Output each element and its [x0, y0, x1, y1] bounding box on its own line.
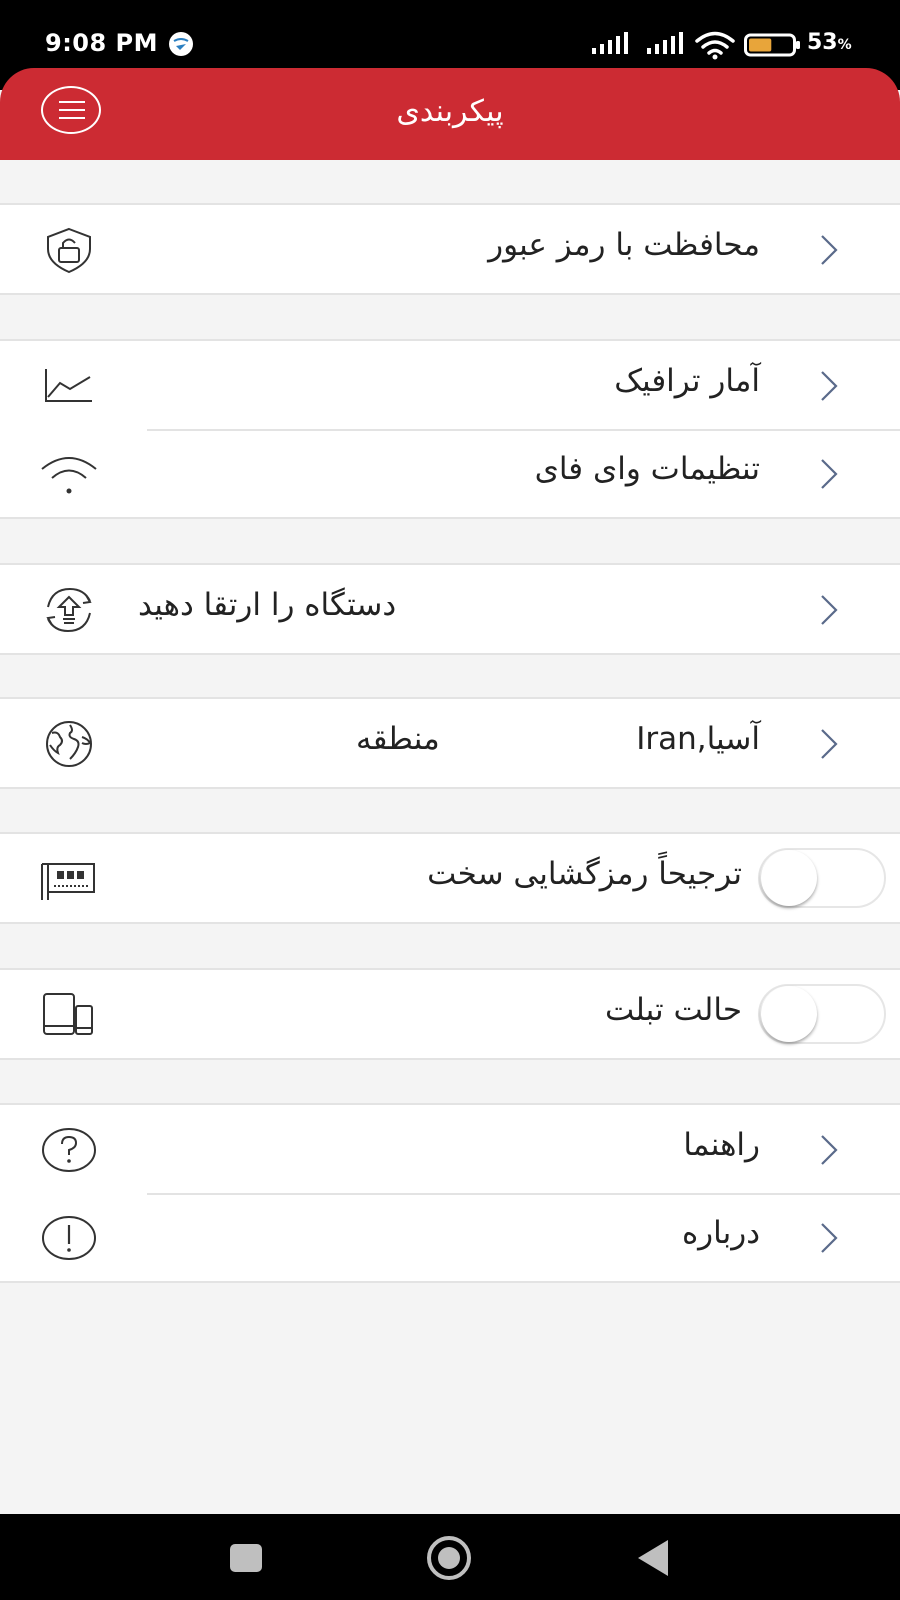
- info-circle-icon: [42, 1216, 96, 1260]
- app-header: پیکربندی: [0, 68, 900, 160]
- home-icon[interactable]: [425, 1534, 473, 1582]
- tablet-icon: [43, 993, 93, 1035]
- chevron-right-icon: [821, 459, 838, 489]
- status-time: 9:08 PM: [45, 29, 159, 57]
- battery-icon: [744, 33, 800, 57]
- chevron-right-icon: [821, 729, 838, 759]
- wifi-icon: [41, 457, 97, 494]
- traffic-stats-row[interactable]: آمار ترافیک: [0, 341, 900, 429]
- about-row[interactable]: درباره: [0, 1193, 900, 1281]
- battery-percent: 53%: [807, 30, 852, 55]
- traffic-stats-label: آمار ترافیک: [614, 363, 760, 399]
- settings-group-security: محافظت با رمز عبور: [0, 203, 900, 295]
- wifi-settings-row[interactable]: تنظیمات وای فای: [0, 429, 900, 517]
- chevron-right-icon: [821, 371, 838, 401]
- upgrade-arrow-icon: [46, 587, 92, 633]
- region-value: آسیا,Iran: [636, 721, 760, 757]
- cell-signal-icon: [592, 32, 628, 54]
- password-protection-row[interactable]: محافظت با رمز عبور: [0, 205, 900, 293]
- back-icon[interactable]: [636, 1538, 670, 1578]
- hardware-decoding-row: ترجیحاً رمزگشایی سخت: [0, 834, 900, 922]
- wifi-icon: [695, 31, 735, 60]
- chevron-right-icon: [821, 1135, 838, 1165]
- page-title: پیکربندی: [396, 94, 504, 129]
- hardware-chip-icon: [41, 863, 95, 900]
- line-chart-icon: [45, 369, 92, 402]
- settings-group-tablet: حالت تبلت: [0, 968, 900, 1060]
- about-label: درباره: [681, 1215, 760, 1251]
- upgrade-device-label: دستگاه را ارتقا دهید: [138, 587, 397, 623]
- chevron-right-icon: [821, 595, 838, 625]
- region-label: منطقه: [356, 721, 440, 757]
- wifi-settings-label: تنظیمات وای فای: [534, 451, 760, 487]
- settings-group-upgrade: دستگاه را ارتقا دهید: [0, 563, 900, 655]
- recent-apps-icon[interactable]: [230, 1544, 262, 1572]
- system-navigation-bar: [0, 1514, 900, 1600]
- tablet-mode-label: حالت تبلت: [604, 992, 742, 1028]
- upgrade-device-row[interactable]: دستگاه را ارتقا دهید: [0, 565, 900, 653]
- hardware-decoding-toggle[interactable]: [758, 848, 886, 908]
- settings-group-decoding: ترجیحاً رمزگشایی سخت: [0, 832, 900, 924]
- help-label: راهنما: [683, 1127, 760, 1163]
- cell-signal-icon: [647, 32, 683, 54]
- settings-group-network: آمار ترافیک تنظیمات وای فای: [0, 339, 900, 519]
- help-row[interactable]: راهنما: [0, 1105, 900, 1193]
- chevron-right-icon: [821, 235, 838, 265]
- globe-icon: [46, 721, 92, 767]
- tablet-mode-toggle[interactable]: [758, 984, 886, 1044]
- settings-group-info: راهنما درباره: [0, 1103, 900, 1283]
- chevron-right-icon: [821, 1223, 838, 1253]
- settings-group-region: آسیا,Iran منطقه: [0, 697, 900, 789]
- question-circle-icon: [42, 1128, 96, 1172]
- shield-lock-icon: [47, 227, 91, 274]
- app-notification-icon: [169, 32, 193, 56]
- password-protection-label: محافظت با رمز عبور: [488, 227, 760, 263]
- hardware-decoding-label: ترجیحاً رمزگشایی سخت: [427, 856, 742, 892]
- region-row[interactable]: آسیا,Iran منطقه: [0, 699, 900, 787]
- tablet-mode-row: حالت تبلت: [0, 970, 900, 1058]
